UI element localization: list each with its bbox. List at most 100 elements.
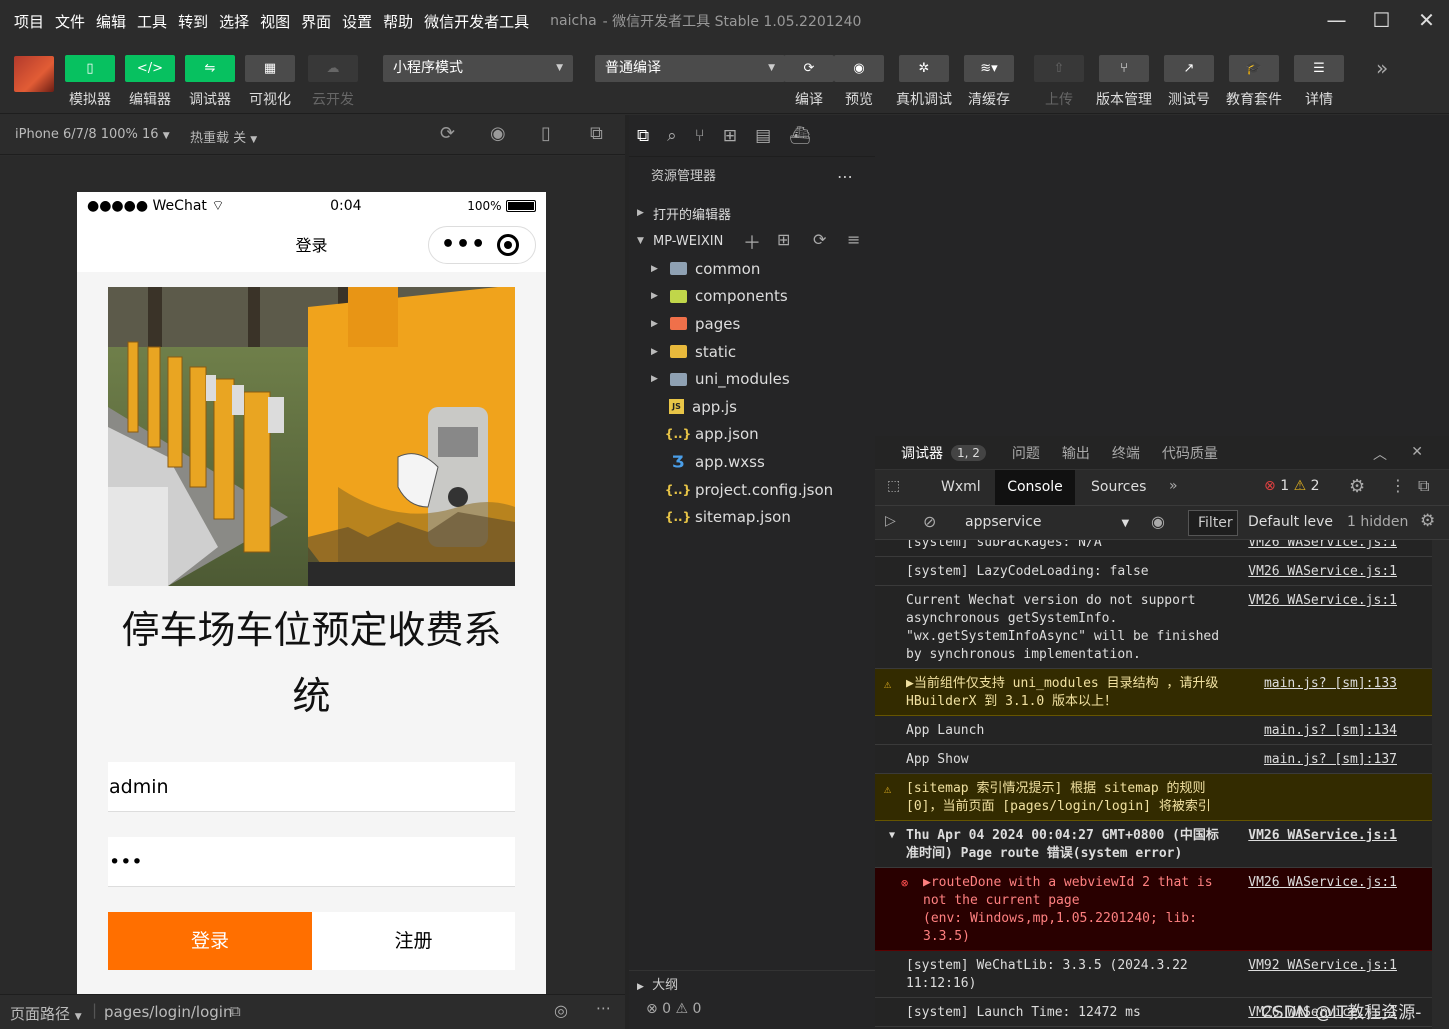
tree-item[interactable]: {..} app.json (629, 421, 875, 449)
tab-code-quality[interactable]: 代码质量 (1162, 443, 1218, 463)
kebab-icon[interactable]: ⋮ (1390, 476, 1406, 495)
menu-item-settings[interactable]: 设置 (342, 11, 372, 32)
menu-item-select[interactable]: 选择 (219, 11, 249, 32)
tree-item[interactable]: {..} sitemap.json (629, 503, 875, 531)
eye-icon[interactable]: ◎ (554, 1001, 568, 1020)
more-icon[interactable]: ••• (441, 219, 486, 271)
chevron-up-icon[interactable]: ︿ (1373, 444, 1387, 464)
more-icon[interactable]: ⋯ (837, 157, 853, 197)
new-folder-icon[interactable]: ⊞ (777, 230, 790, 249)
hot-reload-select[interactable]: 热重载 关 ▼ (190, 127, 257, 146)
tree-item[interactable]: ▶ uni_modules (629, 365, 875, 393)
console-source-link[interactable]: VM26 WAService.js:1 (1248, 563, 1397, 581)
console-source-link[interactable]: VM26 WAService.js:1 (1248, 540, 1397, 552)
menu-item-project[interactable]: 项目 (14, 11, 44, 32)
chevron-right-icon[interactable]: » (1376, 56, 1388, 80)
menu-item-tools[interactable]: 工具 (137, 11, 167, 32)
outline-section[interactable]: ▶ 大纲 (629, 970, 875, 1000)
search-icon[interactable]: ⌕ (667, 126, 677, 146)
filter-input[interactable]: Filter (1188, 510, 1238, 536)
clear-cache-button[interactable]: ≋▾ (964, 55, 1014, 82)
menu-item-view[interactable]: 视图 (260, 11, 290, 32)
tab-sources[interactable]: Sources (1091, 479, 1146, 495)
capsule-menu[interactable]: ••• (428, 226, 536, 264)
files-icon[interactable]: ⧉ (637, 126, 649, 146)
details-button[interactable]: ☰ (1294, 55, 1344, 82)
level-select[interactable]: Default leve (1248, 514, 1333, 530)
mode-select[interactable]: 小程序模式 ▼ (383, 55, 573, 82)
menu-item-file[interactable]: 文件 (55, 11, 85, 32)
tree-item[interactable]: {..} project.config.json (629, 476, 875, 504)
edu-button[interactable]: 🎓 (1229, 55, 1279, 82)
version-button[interactable]: ⑂ (1099, 55, 1149, 82)
editor-button[interactable]: </> (125, 55, 175, 82)
console-source-link[interactable]: VM26 WAService.js:1 (1248, 827, 1397, 845)
phone-icon[interactable]: ▯ (541, 123, 551, 144)
inspect-icon[interactable]: ⬚ (887, 478, 900, 494)
close-icon[interactable]: ✕ (1411, 444, 1423, 460)
more-icon[interactable]: ⋯ (596, 999, 611, 1017)
minimize-icon[interactable]: — (1314, 0, 1359, 40)
console-source-link[interactable]: VM92 WAService.js:1 (1248, 957, 1397, 975)
upload-button[interactable]: ⇧ (1034, 55, 1084, 82)
preview-button[interactable]: ◉ (834, 55, 884, 82)
visual-button[interactable]: ▦ (245, 55, 295, 82)
device-debug-button[interactable]: ✲ (899, 55, 949, 82)
maximize-icon[interactable]: ☐ (1359, 0, 1404, 40)
menu-item-interface[interactable]: 界面 (301, 11, 331, 32)
tree-item[interactable]: Ʒapp.wxss (629, 448, 875, 476)
close-icon[interactable]: ✕ (1404, 0, 1449, 40)
storage-icon[interactable]: ▤ (755, 126, 771, 146)
context-select[interactable]: appservice ▼ (965, 514, 1129, 530)
tab-problems[interactable]: 问题 (1012, 443, 1040, 463)
tree-item[interactable]: ▶ components (629, 283, 875, 311)
avatar[interactable] (14, 56, 54, 92)
tree-item[interactable]: ▶ static (629, 338, 875, 366)
refresh-icon[interactable]: ⟳ (440, 123, 455, 144)
project-section[interactable]: ▼ MP-WEIXIN ＋ ⊞ ⟳ ≡ (629, 227, 875, 255)
page-path-select[interactable]: 页面路径 ▼ (10, 1003, 82, 1024)
gear-icon[interactable]: ⚙ (1349, 476, 1365, 497)
password-input[interactable]: ••• (108, 837, 515, 887)
docker-icon[interactable]: ⛴ (789, 126, 811, 146)
tab-debugger[interactable]: 调试器 (901, 443, 943, 463)
console-source-link[interactable]: VM26 WAService.js:1 (1248, 592, 1397, 610)
eye-icon[interactable]: ◉ (1151, 512, 1165, 531)
extensions-icon[interactable]: ⊞ (723, 126, 737, 146)
debugger-button[interactable]: ⇋ (185, 55, 235, 82)
simulator-button[interactable]: ▯ (65, 55, 115, 82)
register-button[interactable]: 注册 (312, 912, 515, 970)
console-scrollbar[interactable] (1432, 540, 1449, 1029)
new-file-icon[interactable]: ＋ (743, 229, 761, 255)
problems-count[interactable]: ⊗ 0 ⚠ 0 (646, 1001, 701, 1017)
login-button[interactable]: 登录 (108, 912, 312, 970)
dock-icon[interactable]: ⧉ (1418, 476, 1429, 496)
tab-terminal[interactable]: 终端 (1112, 443, 1140, 463)
console-source-link[interactable]: main.js? [sm]:137 (1264, 751, 1397, 769)
close-capsule-icon[interactable] (497, 234, 519, 256)
sidebar-toggle-icon[interactable]: ▷ (885, 513, 896, 529)
menu-item-goto[interactable]: 转到 (178, 11, 208, 32)
menu-item-help[interactable]: 帮助 (383, 11, 413, 32)
tree-item[interactable]: JS app.js (629, 393, 875, 421)
source-control-icon[interactable]: ⑂ (695, 126, 705, 146)
error-count[interactable]: ⊗ 1 ⚠ 2 (1264, 478, 1320, 494)
open-editors-section[interactable]: ▶ 打开的编辑器 (629, 199, 875, 227)
compile-button[interactable]: ⟳ (784, 55, 834, 82)
tab-output[interactable]: 输出 (1062, 443, 1090, 463)
window-icon[interactable]: ⧉ (590, 123, 603, 144)
refresh-icon[interactable]: ⟳ (813, 230, 826, 249)
menu-item-edit[interactable]: 编辑 (96, 11, 126, 32)
chevron-down-icon[interactable]: ▼ (889, 827, 895, 845)
cloud-button[interactable]: ☁ (308, 55, 358, 82)
copy-icon[interactable]: ⧉ (230, 1002, 241, 1020)
tree-item[interactable]: ▶ common (629, 255, 875, 283)
console-source-link[interactable]: VM26 WAService.js:1 (1248, 874, 1397, 892)
test-account-button[interactable]: ↗ (1164, 55, 1214, 82)
compile-select[interactable]: 普通编译 ▼ (595, 55, 785, 82)
device-select[interactable]: iPhone 6/7/8 100% 16 ▼ (15, 127, 170, 142)
collapse-icon[interactable]: ≡ (847, 230, 860, 249)
tree-item[interactable]: ▶ pages (629, 310, 875, 338)
console-source-link[interactable]: main.js? [sm]:134 (1264, 722, 1397, 740)
menu-item-wechat-devtools[interactable]: 微信开发者工具 (424, 11, 529, 32)
